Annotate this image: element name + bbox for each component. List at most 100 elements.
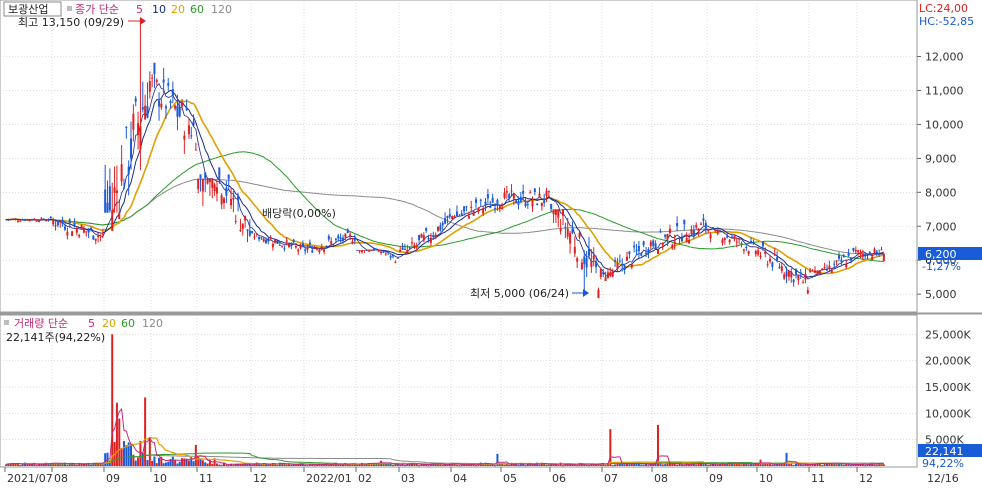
indicator-label[interactable]: 종가 단순 xyxy=(75,3,119,16)
volume-bar xyxy=(642,464,645,466)
candle-body xyxy=(411,242,413,244)
volume-bar xyxy=(251,465,254,467)
vol-ma60-label[interactable]: 60 xyxy=(121,317,135,330)
candlestick-chart[interactable]: 12,00011,00010,0009,0008,0007,0006,0005,… xyxy=(0,0,982,489)
candle-body xyxy=(262,238,265,242)
volume-bar xyxy=(773,464,776,466)
dividend-annotation: 배당락(0,00%) xyxy=(262,207,336,220)
candle-body xyxy=(330,241,333,244)
volume-bar xyxy=(155,463,158,466)
candle-body xyxy=(467,216,470,219)
volume-bar xyxy=(167,461,170,466)
volume-bar xyxy=(399,464,402,466)
candle-body xyxy=(38,221,41,223)
candle-body xyxy=(264,239,267,244)
candle-body xyxy=(859,252,862,254)
candle-body xyxy=(427,238,430,240)
candle-body xyxy=(531,200,534,207)
x-axis-label: 08 xyxy=(54,472,68,485)
candle-body xyxy=(52,219,55,225)
vol-ma120-label[interactable]: 120 xyxy=(142,317,163,330)
candle-body xyxy=(399,250,402,253)
x-axis-label: 09 xyxy=(709,472,723,485)
candle-body xyxy=(255,233,258,235)
candle-body xyxy=(745,247,748,249)
candle-body xyxy=(232,197,235,200)
volume-bar xyxy=(19,465,22,467)
candle-body xyxy=(401,247,404,251)
candle-body xyxy=(258,237,261,240)
candle-body xyxy=(144,105,147,120)
volume-bar xyxy=(164,462,167,466)
candle-body xyxy=(578,232,581,238)
volume-bar xyxy=(313,465,316,467)
volume-bar xyxy=(290,464,293,466)
volume-bar xyxy=(215,463,218,466)
candle-body xyxy=(215,187,218,194)
volume-bar xyxy=(562,465,564,467)
candle-body xyxy=(248,230,251,236)
candle-body xyxy=(160,103,163,108)
candle-body xyxy=(332,244,335,246)
candle-body xyxy=(659,231,662,233)
candle-body xyxy=(678,243,681,245)
candle-body xyxy=(716,229,719,234)
volume-bar xyxy=(557,465,560,467)
x-axis-label: 2021/07 xyxy=(7,472,53,485)
candle-body xyxy=(251,230,254,234)
volume-bar xyxy=(101,464,104,466)
candle-body xyxy=(814,270,816,273)
ma60-label[interactable]: 60 xyxy=(190,3,204,16)
candle-body xyxy=(494,208,497,210)
candle-body xyxy=(750,241,753,243)
candle-body xyxy=(626,256,628,261)
volume-bar xyxy=(790,463,793,466)
candle-body xyxy=(640,253,643,256)
x-axis-label: 03 xyxy=(401,472,415,485)
candle-body xyxy=(368,250,371,252)
ma10-label[interactable]: 10 xyxy=(152,3,166,16)
price-axis-label: 10,000 xyxy=(925,118,964,131)
candle-body xyxy=(776,257,779,261)
candle-body xyxy=(61,220,64,224)
candle-body xyxy=(806,290,809,294)
ma5-label[interactable]: 5 xyxy=(136,3,143,16)
candle-body xyxy=(349,234,352,237)
candle-body xyxy=(294,246,297,248)
volume-bar xyxy=(38,464,41,466)
candle-body xyxy=(792,279,795,283)
candle-body xyxy=(666,234,669,240)
volume-bar xyxy=(747,464,750,466)
volume-indicator-label[interactable]: 거래량 단순 xyxy=(14,317,68,330)
candle-body xyxy=(323,249,326,252)
candle-body xyxy=(769,258,771,262)
volume-bar xyxy=(125,445,128,466)
candle-body xyxy=(422,235,425,241)
candle-body xyxy=(802,282,805,284)
candle-body xyxy=(711,227,714,230)
volume-bar xyxy=(538,464,541,466)
candle-body xyxy=(664,234,667,237)
vol-ma5-label[interactable]: 5 xyxy=(88,317,95,330)
x-axis-label: 12 xyxy=(253,472,267,485)
candle-body xyxy=(297,249,300,252)
volume-bar xyxy=(609,429,612,466)
candle-body xyxy=(377,250,380,252)
candle-body xyxy=(833,263,836,265)
ma120-label[interactable]: 120 xyxy=(211,3,232,16)
volume-bar xyxy=(576,465,579,467)
volume-bar xyxy=(201,460,204,466)
volume-bar xyxy=(611,465,614,467)
vol-ma20-label[interactable]: 20 xyxy=(102,317,116,330)
x-axis-label: 10 xyxy=(153,472,167,485)
candle-body xyxy=(162,79,165,83)
volume-bar xyxy=(337,464,340,466)
candle-body xyxy=(408,247,411,249)
candle-body xyxy=(790,271,793,278)
candle-body xyxy=(536,203,539,205)
candle-body xyxy=(614,260,617,262)
candle-body xyxy=(491,197,494,203)
volume-bar xyxy=(327,465,330,467)
ma20-label[interactable]: 20 xyxy=(171,3,185,16)
candle-body xyxy=(816,270,819,275)
